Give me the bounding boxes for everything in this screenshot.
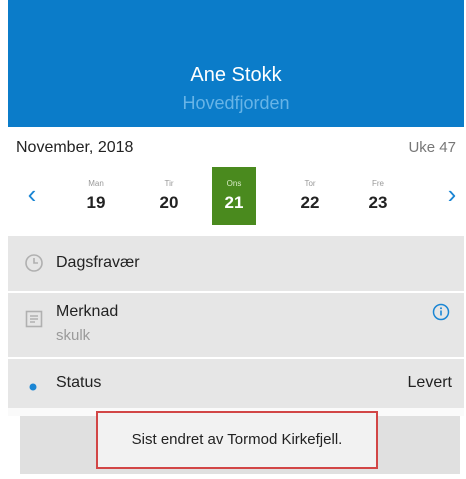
absence-label: Dagsfravær [56,254,140,271]
day-thursday[interactable]: Tor 22 [288,167,332,225]
day-date: 21 [224,193,244,212]
status-label: Status [56,374,102,391]
next-week-icon[interactable]: › [440,181,464,207]
info-icon[interactable] [432,303,450,326]
week-label: Uke 47 [408,139,456,156]
absence-row[interactable]: Dagsfravær [8,236,464,292]
day-date: 19 [86,193,106,212]
status-value: Levert [407,374,452,391]
clock-icon [24,253,44,278]
month-label: November, 2018 [16,139,134,156]
previous-week-icon[interactable]: ‹ [20,181,44,207]
note-row[interactable]: Merknad skulk [8,293,464,358]
school-name: Hovedfjorden [182,93,290,113]
week-selector: November, 2018 Uke 47 ‹ Man 19 Tir 20 On… [8,127,464,235]
status-row: Status Levert [8,359,464,408]
day-name: Man [88,179,104,188]
day-date: 20 [159,193,179,212]
note-value: skulk [56,327,91,344]
day-name: Fre [372,179,384,188]
day-tuesday[interactable]: Tir 20 [147,167,191,225]
day-name: Tor [304,179,316,188]
note-icon [24,309,44,334]
bullet-icon [29,378,37,396]
day-friday[interactable]: Fre 23 [356,167,400,225]
day-name: Ons [226,179,242,188]
day-name: Tir [164,179,174,188]
last-changed-toast: Sist endret av Tormod Kirkefjell. [96,411,378,469]
header: Ane Stokk Hovedfjorden [8,0,464,127]
student-name: Ane Stokk [190,64,282,86]
day-monday[interactable]: Man 19 [74,167,118,225]
day-wednesday-selected[interactable]: Ons 21 [212,167,256,225]
day-date: 22 [300,193,320,212]
note-label: Merknad [56,303,119,320]
day-date: 23 [368,193,388,212]
